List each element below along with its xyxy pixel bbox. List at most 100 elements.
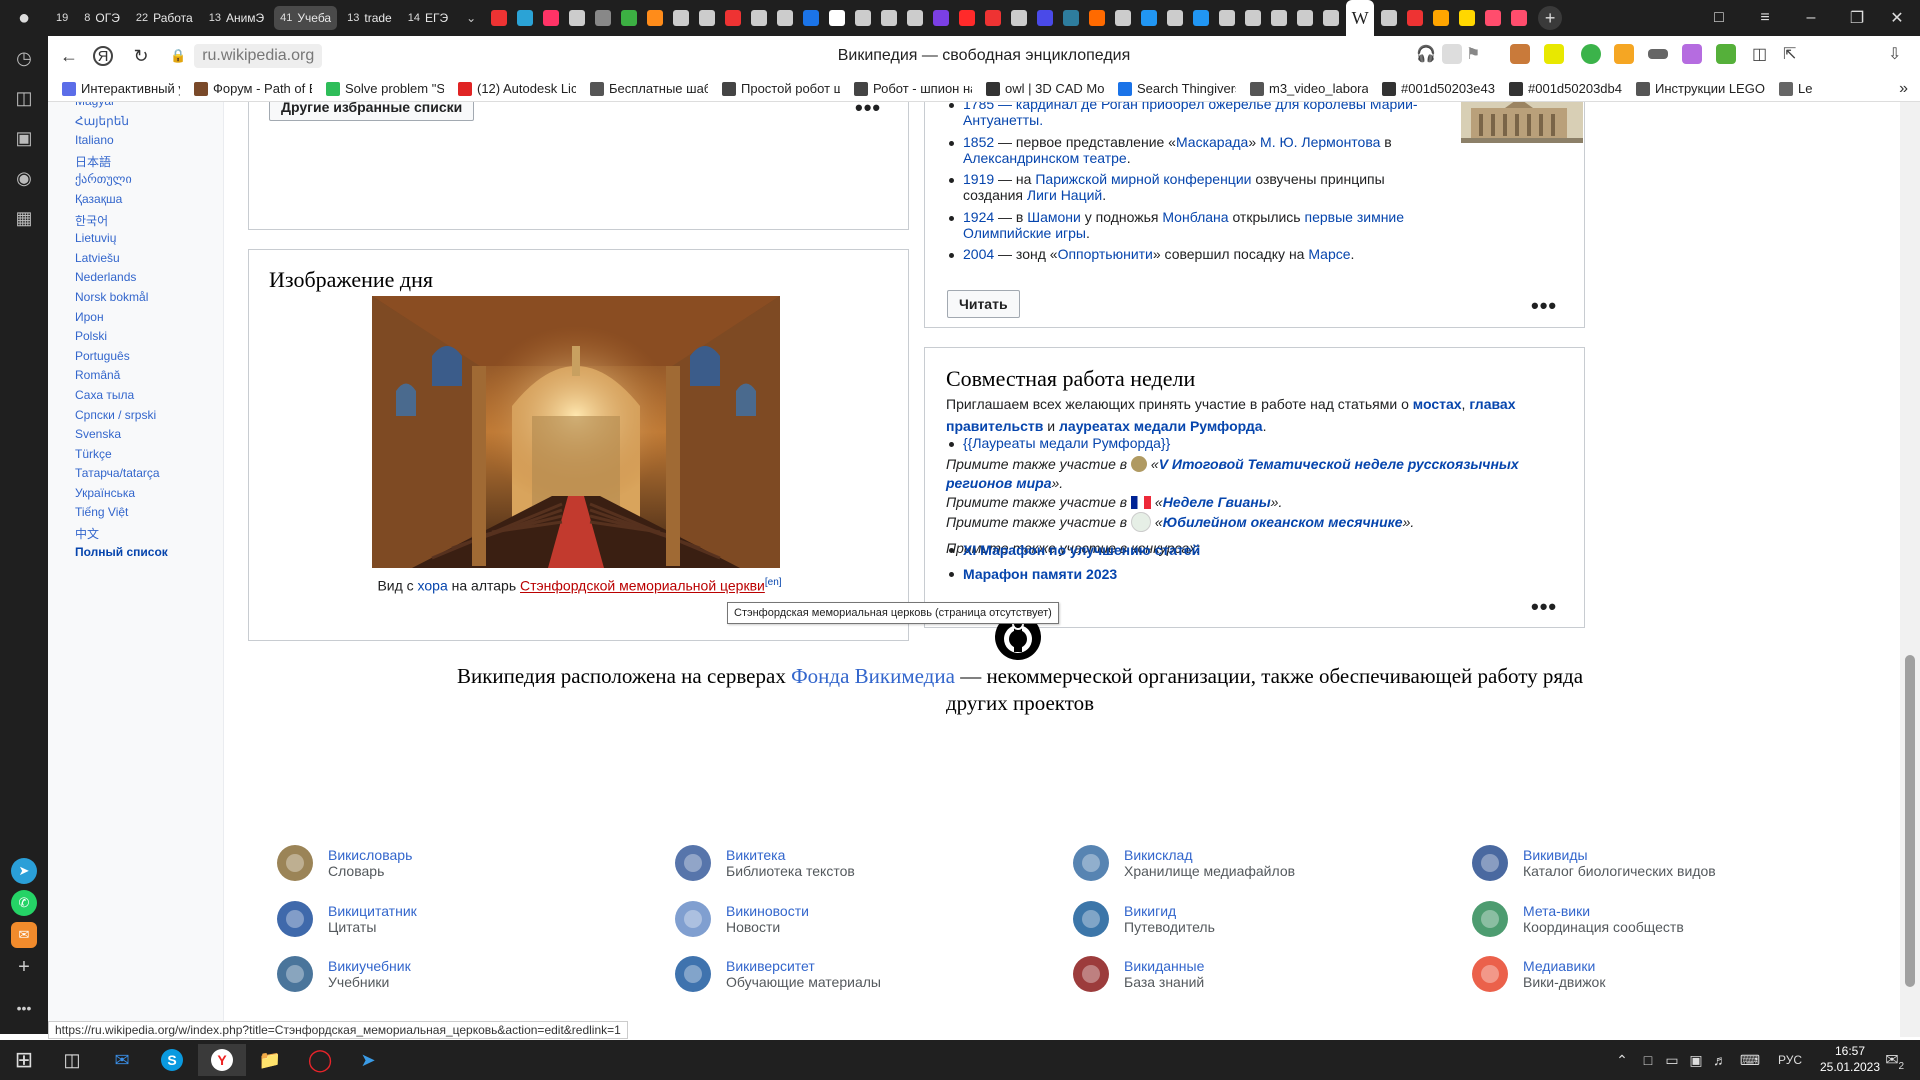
profile-icon[interactable]: ●: [0, 0, 48, 36]
bookmark-item[interactable]: m3_video_laborat: [1250, 81, 1368, 96]
apps-icon[interactable]: ▦: [0, 198, 48, 238]
project-logo-icon[interactable]: [670, 840, 716, 886]
language-link[interactable]: Українська: [75, 486, 168, 506]
chevron-down-icon[interactable]: ⌄: [466, 11, 476, 25]
event-link[interactable]: Шамони: [1027, 209, 1081, 225]
tab-favicon-icon[interactable]: [1433, 10, 1450, 26]
minimize-button[interactable]: –: [1788, 0, 1834, 36]
language-link[interactable]: Саха тыла: [75, 388, 168, 408]
extension-icon[interactable]: [1544, 44, 1564, 64]
tab-favicon-icon[interactable]: [595, 10, 612, 26]
project-logo-icon[interactable]: [272, 951, 318, 997]
bookmark-icon[interactable]: ⚑: [1466, 44, 1486, 64]
reader-icon[interactable]: [1442, 44, 1462, 64]
tab-favicon-icon[interactable]: [829, 10, 846, 26]
skype-icon[interactable]: S: [152, 1044, 192, 1076]
event-year-link[interactable]: 2004: [963, 246, 994, 262]
tab-favicon-icon[interactable]: [1063, 10, 1080, 26]
add-app-icon[interactable]: +: [11, 954, 37, 980]
tab-favicon-icon[interactable]: [621, 10, 638, 26]
tab-group[interactable]: 13 trade: [341, 6, 398, 30]
more-options-icon[interactable]: •••: [1531, 295, 1557, 317]
project-logo-icon[interactable]: [272, 896, 318, 942]
project-logo-icon[interactable]: [1467, 951, 1513, 997]
sister-project[interactable]: Викивиды Каталог биологических видов: [1467, 840, 1716, 885]
caption-link-choir[interactable]: хора: [418, 578, 448, 594]
tab-group[interactable]: 19: [50, 6, 74, 30]
language-link[interactable]: Latviešu: [75, 251, 168, 271]
sister-project[interactable]: Мета-вики Координация сообществ: [1467, 896, 1684, 941]
download-helper-icon[interactable]: [1716, 44, 1736, 64]
contest-link[interactable]: Марафон памяти 2023: [963, 566, 1117, 582]
language-link[interactable]: Lietuvių: [75, 231, 168, 251]
sister-project[interactable]: Викиновости Новости: [670, 896, 809, 941]
event-link[interactable]: М. Ю. Лермонтова: [1260, 134, 1380, 150]
sister-project[interactable]: Викиучебник Учебники: [272, 951, 411, 996]
file-explorer-icon[interactable]: 📁: [250, 1044, 290, 1076]
language-link[interactable]: Italiano: [75, 133, 168, 153]
tab-favicon-icon[interactable]: [907, 10, 924, 26]
caption-link-en[interactable]: [en]: [765, 577, 782, 588]
bookmark-item[interactable]: #001d50203db4: [1509, 81, 1622, 96]
event-link[interactable]: Маскарада: [1176, 134, 1248, 150]
event-link[interactable]: Лиги Наций: [1027, 187, 1102, 203]
bookmark-item[interactable]: Бесплатные шабл: [590, 81, 708, 96]
language-link[interactable]: Қазақша: [75, 192, 168, 212]
tab-favicon-icon[interactable]: [1167, 10, 1184, 26]
tab-favicon-icon[interactable]: [1459, 10, 1476, 26]
event-year-link[interactable]: 1919: [963, 171, 994, 187]
church-interior-image[interactable]: [372, 296, 780, 568]
start-icon[interactable]: ⊞: [4, 1044, 44, 1076]
project-name[interactable]: Викивиды: [1523, 847, 1716, 863]
link-rumford-laureates[interactable]: лауреатах медали Румфорда: [1059, 418, 1263, 434]
language-link[interactable]: 中文: [75, 525, 168, 545]
telegram-icon[interactable]: ➤: [11, 858, 37, 884]
full-language-list-link[interactable]: Полный список: [75, 545, 168, 565]
project-logo-icon[interactable]: [1467, 840, 1513, 886]
link-bridges[interactable]: мостах: [1413, 396, 1462, 412]
keyboard-icon[interactable]: ⌨: [1730, 1044, 1770, 1076]
sister-project[interactable]: Викицитатник Цитаты: [272, 896, 417, 941]
yandex-icon[interactable]: Я: [93, 46, 113, 66]
wikipedia-tab[interactable]: W: [1346, 0, 1375, 36]
tab-favicon-icon[interactable]: [751, 10, 768, 26]
bookmark-item[interactable]: Le: [1778, 81, 1812, 96]
tab-favicon-icon[interactable]: [699, 10, 716, 26]
link-guiana-week[interactable]: Неделе Гвианы: [1163, 494, 1271, 510]
sister-project[interactable]: Медиавики Вики-движок: [1467, 951, 1605, 996]
project-name[interactable]: Викисклад: [1124, 847, 1295, 863]
clock[interactable]: 16:57 25.01.2023: [1810, 1043, 1890, 1075]
event-year-link[interactable]: 1852: [963, 134, 994, 150]
project-logo-icon[interactable]: [1068, 951, 1114, 997]
language-link[interactable]: Magyar: [75, 102, 168, 114]
tab-favicon-icon[interactable]: [855, 10, 872, 26]
contest-link[interactable]: XI Марафон по улучшению статей: [963, 542, 1200, 558]
new-tab-button[interactable]: +: [1538, 6, 1563, 30]
tab-favicon-icon[interactable]: [1245, 10, 1262, 26]
language-link[interactable]: Português: [75, 349, 168, 369]
collections-icon[interactable]: ◫: [0, 78, 48, 118]
bookmark-item[interactable]: (12) Autodesk Lice: [458, 81, 576, 96]
event-text[interactable]: — кардинал де Роган приобрёл ожерелье дл…: [963, 102, 1418, 128]
language-link[interactable]: Հայերեն: [75, 114, 168, 134]
bookmark-item[interactable]: #001d50203e43: [1382, 81, 1495, 96]
tab-group[interactable]: 13 АнимЭ: [203, 6, 270, 30]
template-link[interactable]: {{Лауреаты медали Румфорда}}: [963, 435, 1170, 451]
project-name[interactable]: Викиверситет: [726, 958, 881, 974]
tab-favicon-icon[interactable]: [517, 10, 534, 26]
tab-favicon-icon[interactable]: [1141, 10, 1158, 26]
history-icon[interactable]: ◷: [0, 38, 48, 78]
project-name[interactable]: Викицитатник: [328, 903, 417, 919]
tab-favicon-icon[interactable]: [1115, 10, 1132, 26]
adblock-icon[interactable]: [1581, 44, 1601, 64]
tab-group[interactable]: 14 ЕГЭ: [402, 6, 454, 30]
close-button[interactable]: ✕: [1874, 0, 1920, 36]
event-year-link[interactable]: 1785: [963, 102, 994, 112]
project-name[interactable]: Медиавики: [1523, 958, 1605, 974]
project-name[interactable]: Викисловарь: [328, 847, 412, 863]
tab-favicon-icon[interactable]: [1323, 10, 1340, 26]
event-link[interactable]: Александринском театре: [963, 150, 1127, 166]
event-link[interactable]: Марсе: [1308, 246, 1350, 262]
language-link[interactable]: Polski: [75, 329, 168, 349]
tab-group[interactable]: 22 Работа: [130, 6, 199, 30]
